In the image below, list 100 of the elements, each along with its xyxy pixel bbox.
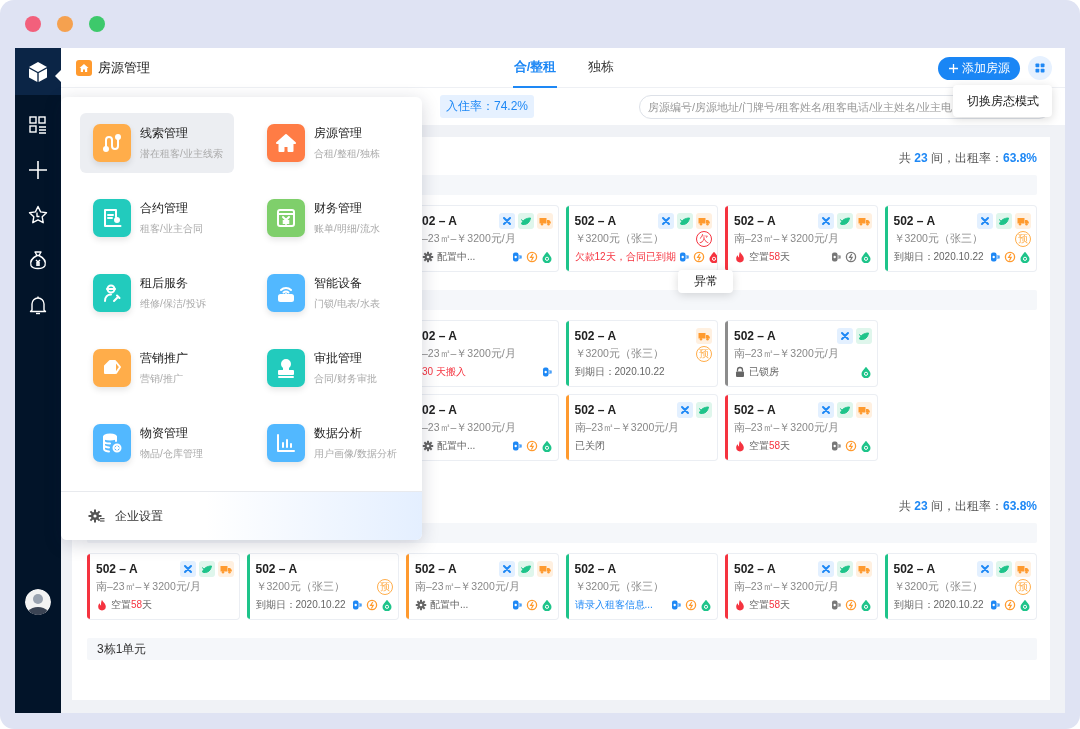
room-card[interactable]: 502 – A 南–23㎡–￥3200元/月 已锁房	[725, 320, 878, 387]
room-card[interactable]: 502 – A 南–23㎡–￥3200元/月 空置58天	[87, 553, 240, 620]
enterprise-settings-link[interactable]: 企业设置	[115, 507, 163, 525]
view-mode-button[interactable]	[1028, 56, 1052, 80]
water-drop-icon[interactable]	[859, 251, 872, 263]
vacancy-status: 空置58天	[111, 598, 153, 612]
room-info: 南–23㎡–￥3200元/月	[96, 580, 201, 594]
menu-item[interactable]: 租后服务 维修/保洁/投诉	[80, 263, 234, 323]
settings-icon[interactable]	[88, 508, 105, 524]
menu-item-title: 线索管理	[140, 125, 189, 142]
power-icon[interactable]	[844, 251, 857, 263]
gear-icon	[415, 599, 427, 611]
door-lock-icon[interactable]	[829, 440, 842, 452]
menu-item[interactable]: 营销推广 营销/推广	[80, 338, 234, 398]
water-drop-icon[interactable]	[859, 440, 872, 452]
star-icon[interactable]	[28, 205, 48, 225]
room-number: 02 – A	[422, 214, 457, 228]
water-drop-icon[interactable]	[700, 599, 712, 611]
maximize-button[interactable]	[89, 16, 105, 32]
room-number: 02 – A	[422, 329, 457, 343]
door-lock-icon[interactable]	[540, 366, 553, 378]
door-lock-icon[interactable]	[989, 599, 1001, 611]
room-card[interactable]: 502 – A 南–23㎡–￥3200元/月 配置中...	[406, 553, 559, 620]
truck-icon	[1015, 213, 1031, 229]
tab[interactable]: 独栋	[587, 48, 616, 88]
water-drop-icon[interactable]	[1019, 599, 1031, 611]
menu-item[interactable]: 合约管理 租客/业主合同	[80, 188, 234, 248]
door-lock-icon[interactable]	[829, 599, 842, 611]
alert-text: 欠款12天，合同已到期	[574, 250, 676, 264]
water-drop-icon[interactable]	[859, 599, 872, 611]
power-icon[interactable]	[366, 599, 378, 611]
menu-item[interactable]: 财务管理 账单/明细/流水	[254, 188, 408, 248]
door-lock-icon[interactable]	[829, 251, 842, 263]
room-card[interactable]: 502 – A ￥3200元（张三） 欠 欠款12天，合同已到期	[565, 205, 718, 272]
tools-icon	[817, 213, 834, 229]
room-number: 502 – A	[734, 403, 776, 417]
room-card[interactable]: 502 – A 南–23㎡–￥3200元/月 空置58天	[725, 205, 878, 272]
popover-arrow	[55, 70, 61, 82]
water-drop-icon[interactable]	[1019, 251, 1031, 263]
tenant-info-link[interactable]: 请录入租客信息...	[574, 598, 653, 612]
power-icon[interactable]	[685, 599, 697, 611]
add-icon[interactable]	[28, 160, 48, 180]
status-text: 已锁房	[749, 365, 779, 379]
room-card[interactable]: 502 – A ￥3200元（张三） 请录入租客信息...	[565, 553, 718, 620]
power-icon[interactable]	[1004, 599, 1016, 611]
avatar[interactable]	[25, 589, 51, 615]
minimize-button[interactable]	[57, 16, 73, 32]
water-drop-icon[interactable]	[381, 599, 393, 611]
status-text: 到期日：2020.10.22	[574, 365, 665, 379]
room-info: –23㎡–￥3200元/月	[422, 421, 516, 435]
water-drop-icon[interactable]	[540, 599, 553, 611]
power-icon[interactable]	[525, 440, 538, 452]
menu-item[interactable]: 数据分析 用户画像/数据分析	[254, 413, 408, 473]
menu-item-title: 合约管理	[140, 200, 189, 217]
door-lock-icon[interactable]	[989, 251, 1001, 263]
menu-item[interactable]: 智能设备 门锁/电表/水表	[254, 263, 408, 323]
menu-item[interactable]: 线索管理 潜在租客/业主线索	[80, 113, 234, 173]
power-icon[interactable]	[692, 251, 705, 263]
water-drop-icon[interactable]	[859, 366, 872, 378]
water-drop-icon[interactable]	[540, 440, 553, 452]
door-lock-icon[interactable]	[351, 599, 363, 611]
door-lock-icon[interactable]	[510, 599, 523, 611]
door-lock-icon[interactable]	[510, 440, 523, 452]
room-number: 502 – A	[574, 214, 617, 228]
menu-item-title: 租后服务	[140, 275, 189, 292]
room-number: 502 – A	[893, 214, 936, 228]
grid-menu-icon[interactable]	[28, 115, 48, 135]
add-property-button[interactable]: 添加房源	[938, 56, 1020, 80]
cube-logo-icon[interactable]	[15, 48, 61, 95]
door-lock-icon[interactable]	[670, 599, 682, 611]
room-card[interactable]: 502 – A 南–23㎡–￥3200元/月 已关闭	[565, 394, 718, 461]
room-card[interactable]: 502 – A ￥3200元（张三） 预 到期日：2020.10.22	[884, 553, 1037, 620]
menu-item[interactable]: 审批管理 合同/财务审批	[254, 338, 408, 398]
truck-icon	[696, 213, 712, 229]
room-card[interactable]: 502 – A ￥3200元（张三） 预 到期日：2020.10.22	[246, 553, 399, 620]
door-lock-icon[interactable]	[510, 251, 523, 263]
room-card[interactable]: 502 – A 南–23㎡–￥3200元/月 空置58天	[725, 553, 878, 620]
power-icon[interactable]	[844, 440, 857, 452]
room-info: ￥3200元（张三）	[893, 580, 983, 594]
leaf-icon	[836, 213, 853, 229]
water-drop-icon[interactable]	[540, 251, 553, 263]
menu-item[interactable]: 房源管理 合租/整租/独栋	[254, 113, 408, 173]
bell-icon[interactable]	[28, 295, 48, 315]
room-info: 南–23㎡–￥3200元/月	[734, 347, 839, 361]
room-card[interactable]: 02 – A –23㎡–￥3200元/月 配置中...	[422, 205, 559, 272]
power-icon[interactable]	[525, 251, 538, 263]
water-drop-icon[interactable]	[707, 251, 717, 263]
door-lock-icon[interactable]	[677, 251, 690, 263]
power-icon[interactable]	[844, 599, 857, 611]
money-bag-icon[interactable]	[28, 250, 48, 270]
room-card[interactable]: 502 – A 南–23㎡–￥3200元/月 空置58天	[725, 394, 878, 461]
power-icon[interactable]	[525, 599, 538, 611]
close-button[interactable]	[25, 16, 41, 32]
power-icon[interactable]	[1004, 251, 1016, 263]
menu-item-subtitle: 营销/推广	[140, 372, 184, 386]
room-card[interactable]: 502 – A ￥3200元（张三） 预 到期日：2020.10.22	[565, 320, 718, 387]
menu-item[interactable]: 物资管理 物品/仓库管理	[80, 413, 234, 473]
room-card[interactable]: 502 – A ￥3200元（张三） 预 到期日：2020.10.22	[884, 205, 1037, 272]
flame-icon	[734, 251, 746, 263]
tools-icon	[179, 561, 196, 577]
